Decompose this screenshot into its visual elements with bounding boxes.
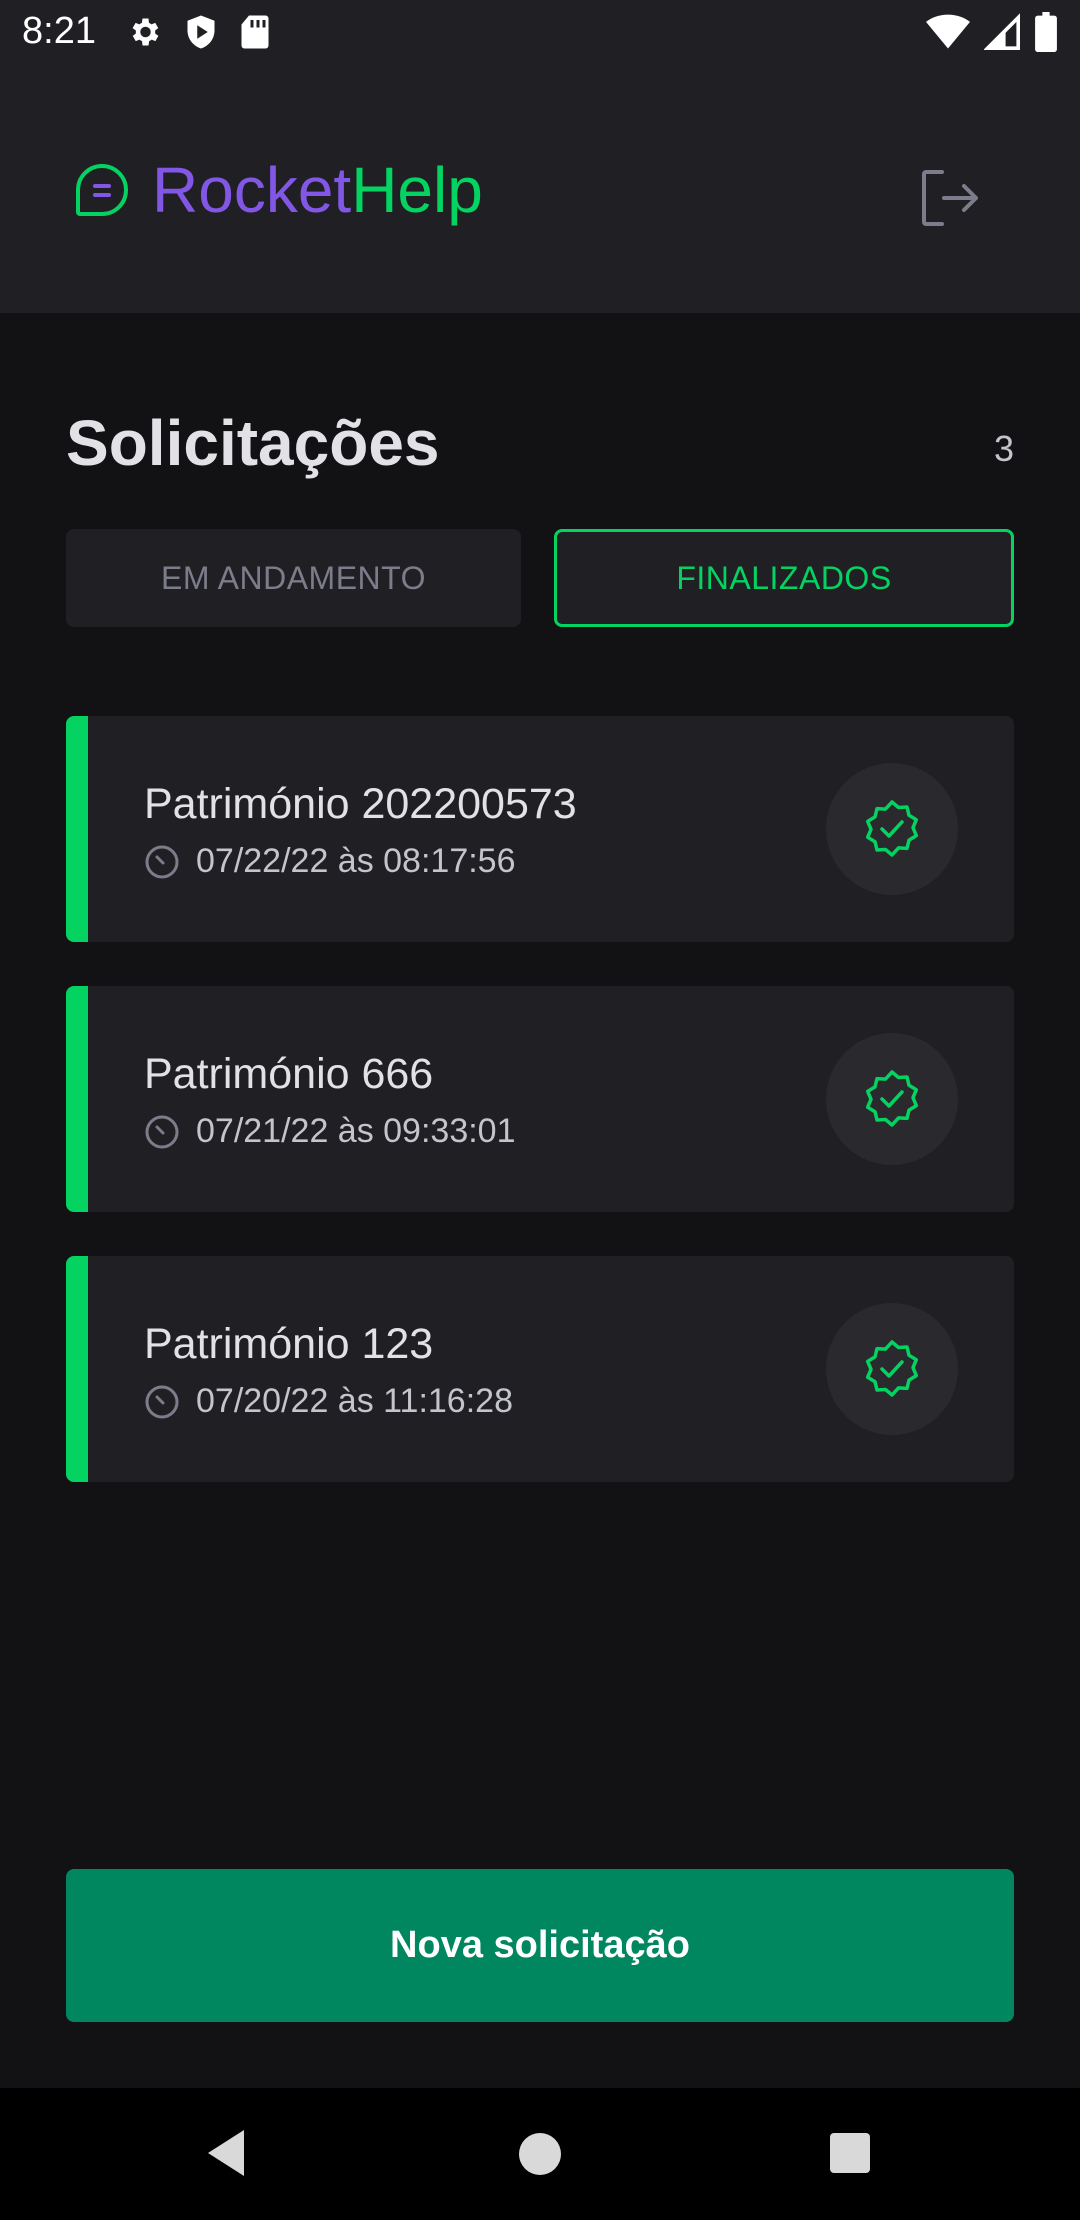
logo: RocketHelp [74,158,483,222]
system-nav-bar [0,2088,1080,2220]
logo-help-text: Help [351,154,483,226]
recent-apps-icon[interactable] [830,2133,870,2173]
request-card[interactable]: Património 123 07/20/22 às 11:16:28 [66,1256,1014,1482]
check-badge-icon [865,1070,919,1127]
request-date: 07/22/22 às 08:17:56 [196,842,516,880]
page-title: Solicitações [66,407,440,479]
request-title: Património 666 [144,1050,434,1098]
request-title: Património 123 [144,1320,434,1368]
status-left-icons [126,14,270,50]
request-card[interactable]: Património 202200573 07/22/22 às 08:17:5… [66,716,1014,942]
new-request-button[interactable]: Nova solicitação [66,1869,1014,2022]
gear-icon [132,18,159,46]
filter-closed-button[interactable]: FINALIZADOS [554,529,1014,627]
status-time: 8:21 [22,10,96,52]
status-bar-indicator [66,1256,88,1482]
check-badge-icon [865,1340,919,1397]
cell-signal-icon [984,13,1020,50]
status-right-icons [926,12,1058,52]
request-date-row: 07/21/22 às 09:33:01 [144,1112,516,1151]
sd-card-icon [241,15,269,49]
status-circle [826,1303,958,1435]
status-circle [826,1033,958,1165]
request-title: Património 202200573 [144,780,577,828]
check-badge-icon [865,800,919,857]
request-date: 07/21/22 às 09:33:01 [196,1112,516,1150]
battery-icon [1035,12,1057,52]
logo-rocket-text: Rocket [152,154,352,226]
request-date: 07/20/22 às 11:16:28 [196,1382,513,1420]
request-count: 3 [993,428,1014,469]
chat-bubble-icon [76,163,129,216]
sign-out-icon[interactable] [916,164,984,232]
app-header: RocketHelp [0,66,1080,313]
status-bar-indicator [66,716,88,942]
clock-icon [145,845,179,878]
home-icon[interactable] [519,2133,561,2175]
clock-icon [145,1385,179,1418]
filter-open-button[interactable]: EM ANDAMENTO [66,529,521,627]
clock-icon [145,1115,179,1148]
request-date-row: 07/20/22 às 11:16:28 [144,1382,513,1421]
status-bar-indicator [66,986,88,1212]
status-circle [826,763,958,895]
shield-play-icon [187,15,215,49]
status-bar: 8:21 [0,0,1080,66]
wifi-icon [926,14,970,49]
back-icon[interactable] [204,2128,248,2178]
logo-text: RocketHelp [152,158,483,222]
request-date-row: 07/22/22 às 08:17:56 [144,842,516,881]
request-card[interactable]: Património 666 07/21/22 às 09:33:01 [66,986,1014,1212]
